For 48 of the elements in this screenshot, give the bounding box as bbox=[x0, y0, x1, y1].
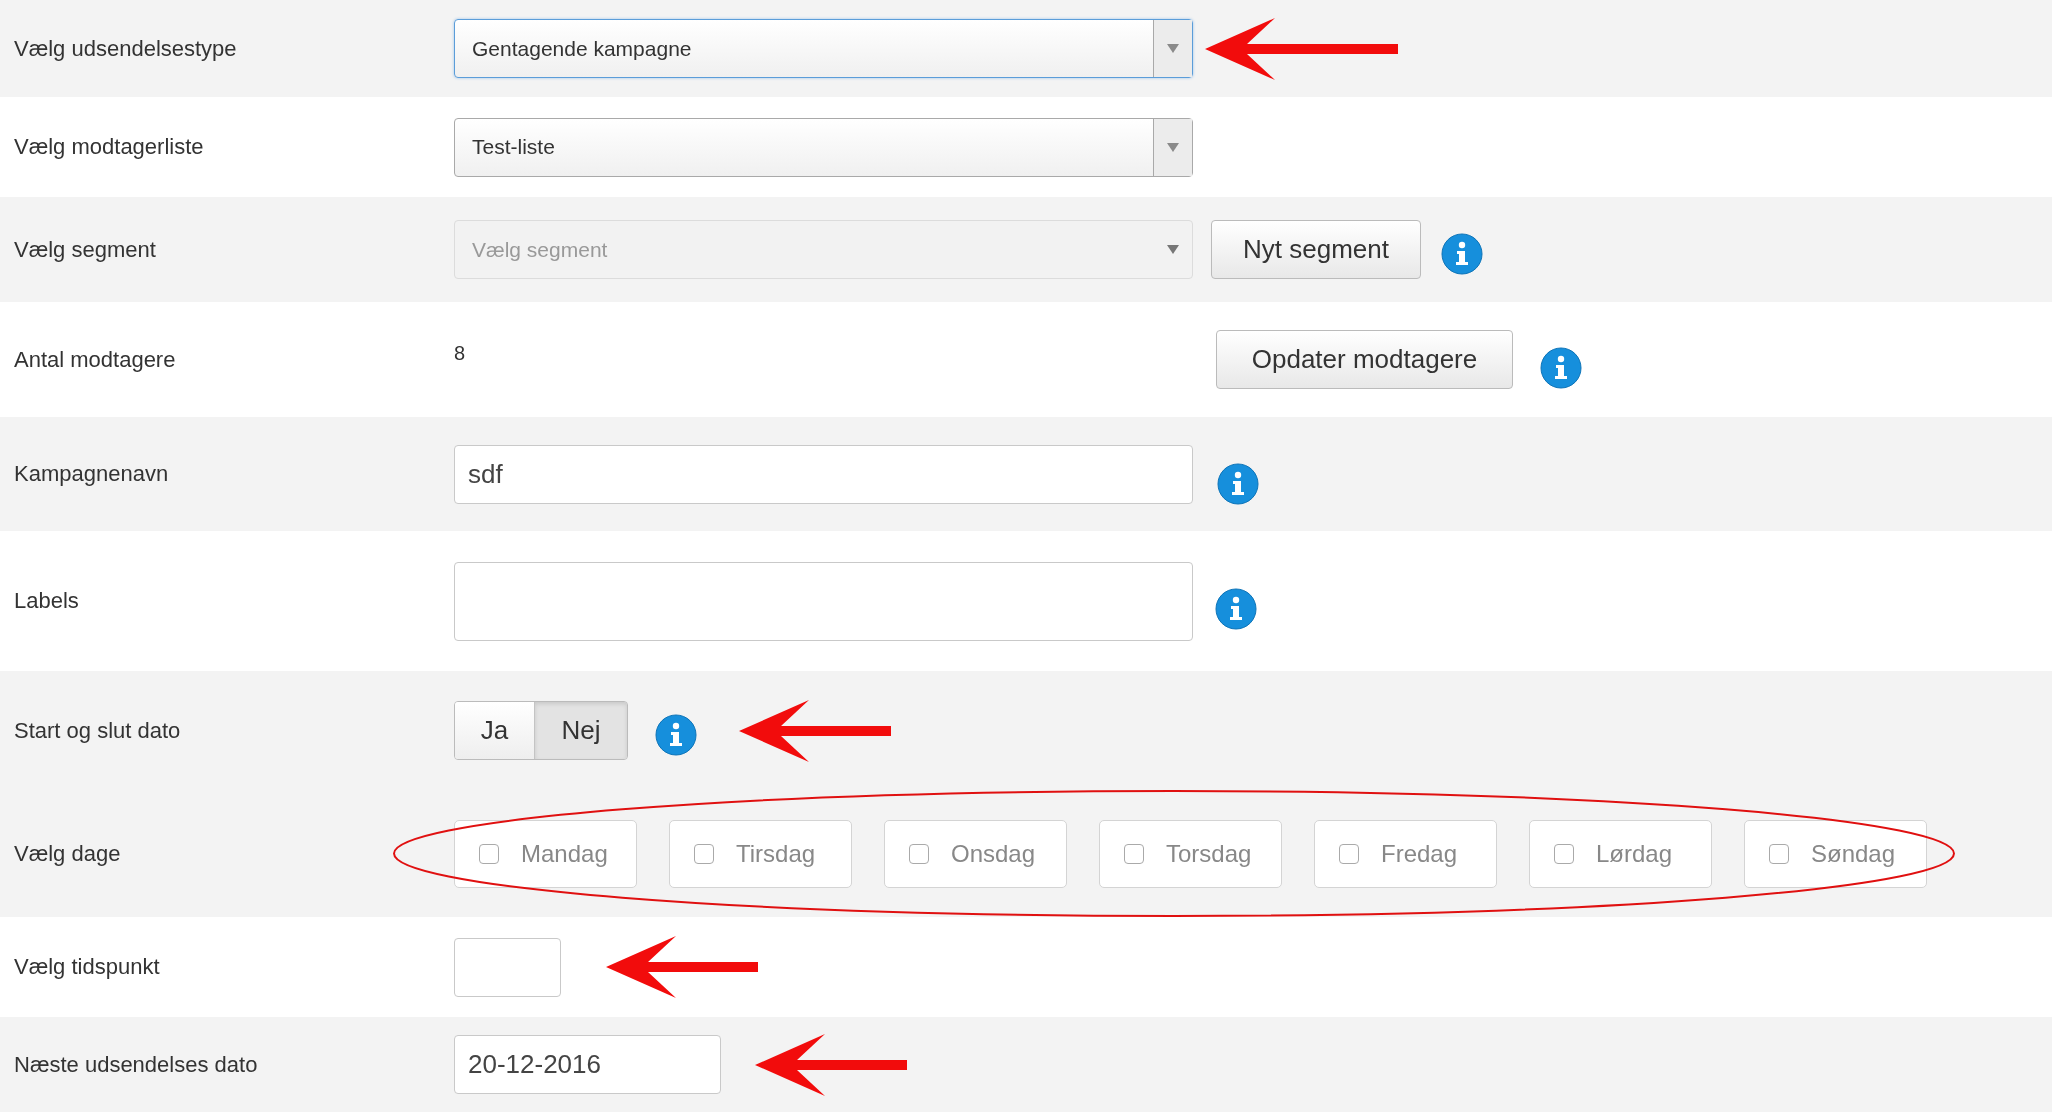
checkbox[interactable] bbox=[479, 843, 499, 864]
time-field[interactable] bbox=[454, 937, 561, 997]
day-checkbox[interactable]: Onsdag bbox=[884, 819, 1067, 888]
info-icon[interactable] bbox=[655, 713, 697, 756]
checkbox[interactable] bbox=[1554, 843, 1574, 864]
day-checkbox[interactable]: Fredag bbox=[1314, 819, 1497, 888]
caret-icon bbox=[1167, 44, 1179, 53]
field-label: Vælg udsendelsestype bbox=[13, 35, 238, 62]
day-checkbox[interactable]: Lørdag bbox=[1529, 819, 1712, 888]
select-field[interactable]: Gentagende kampagne bbox=[454, 19, 1193, 78]
day-checkbox[interactable]: Søndag bbox=[1744, 819, 1927, 888]
info-icon[interactable] bbox=[1217, 463, 1259, 505]
field-label: Næste udsendelses dato bbox=[13, 1051, 259, 1078]
toggle-option[interactable]: Ja bbox=[455, 702, 535, 759]
checkbox[interactable] bbox=[1769, 843, 1789, 864]
day-label: Tirsdag bbox=[736, 839, 816, 868]
action-button[interactable]: Opdater modtagere bbox=[1216, 330, 1513, 389]
checkbox[interactable] bbox=[1339, 843, 1359, 864]
day-label: Søndag bbox=[1811, 839, 1896, 868]
day-label: Torsdag bbox=[1166, 839, 1252, 868]
field-label: Kampagnenavn bbox=[13, 461, 170, 487]
checkbox[interactable] bbox=[1124, 843, 1144, 864]
field-label: Vælg dage bbox=[13, 840, 122, 867]
field-label: Vælg tidspunkt bbox=[13, 954, 161, 980]
checkbox[interactable] bbox=[909, 843, 929, 864]
field-label: Antal modtagere bbox=[13, 346, 177, 373]
field-label: Start og slut dato bbox=[13, 717, 182, 744]
input-field[interactable]: sdf bbox=[454, 444, 1193, 504]
field-label: Vælg modtagerliste bbox=[13, 134, 205, 160]
select-field[interactable]: Test-liste bbox=[454, 117, 1193, 177]
info-icon[interactable] bbox=[1215, 588, 1257, 630]
toggle-option[interactable]: Nej bbox=[535, 702, 627, 759]
checkbox[interactable] bbox=[694, 843, 714, 864]
day-label: Fredag bbox=[1381, 839, 1458, 868]
field-label: Vælg segment bbox=[13, 236, 157, 263]
day-label: Onsdag bbox=[951, 839, 1036, 868]
date-field[interactable]: 20-12-2016 bbox=[454, 1035, 721, 1094]
day-label: Lørdag bbox=[1596, 839, 1673, 868]
caret-icon bbox=[1167, 142, 1179, 152]
recipient-count: 8 bbox=[454, 342, 466, 364]
day-checkbox[interactable]: Torsdag bbox=[1099, 819, 1282, 888]
info-icon[interactable] bbox=[1540, 346, 1582, 389]
caret-icon bbox=[1167, 245, 1179, 254]
field-label: Labels bbox=[13, 588, 80, 614]
day-checkbox[interactable]: Mandag bbox=[454, 819, 637, 888]
day-checkbox[interactable]: Tirsdag bbox=[669, 819, 852, 888]
input-field[interactable] bbox=[454, 561, 1193, 641]
day-label: Mandag bbox=[521, 839, 608, 868]
